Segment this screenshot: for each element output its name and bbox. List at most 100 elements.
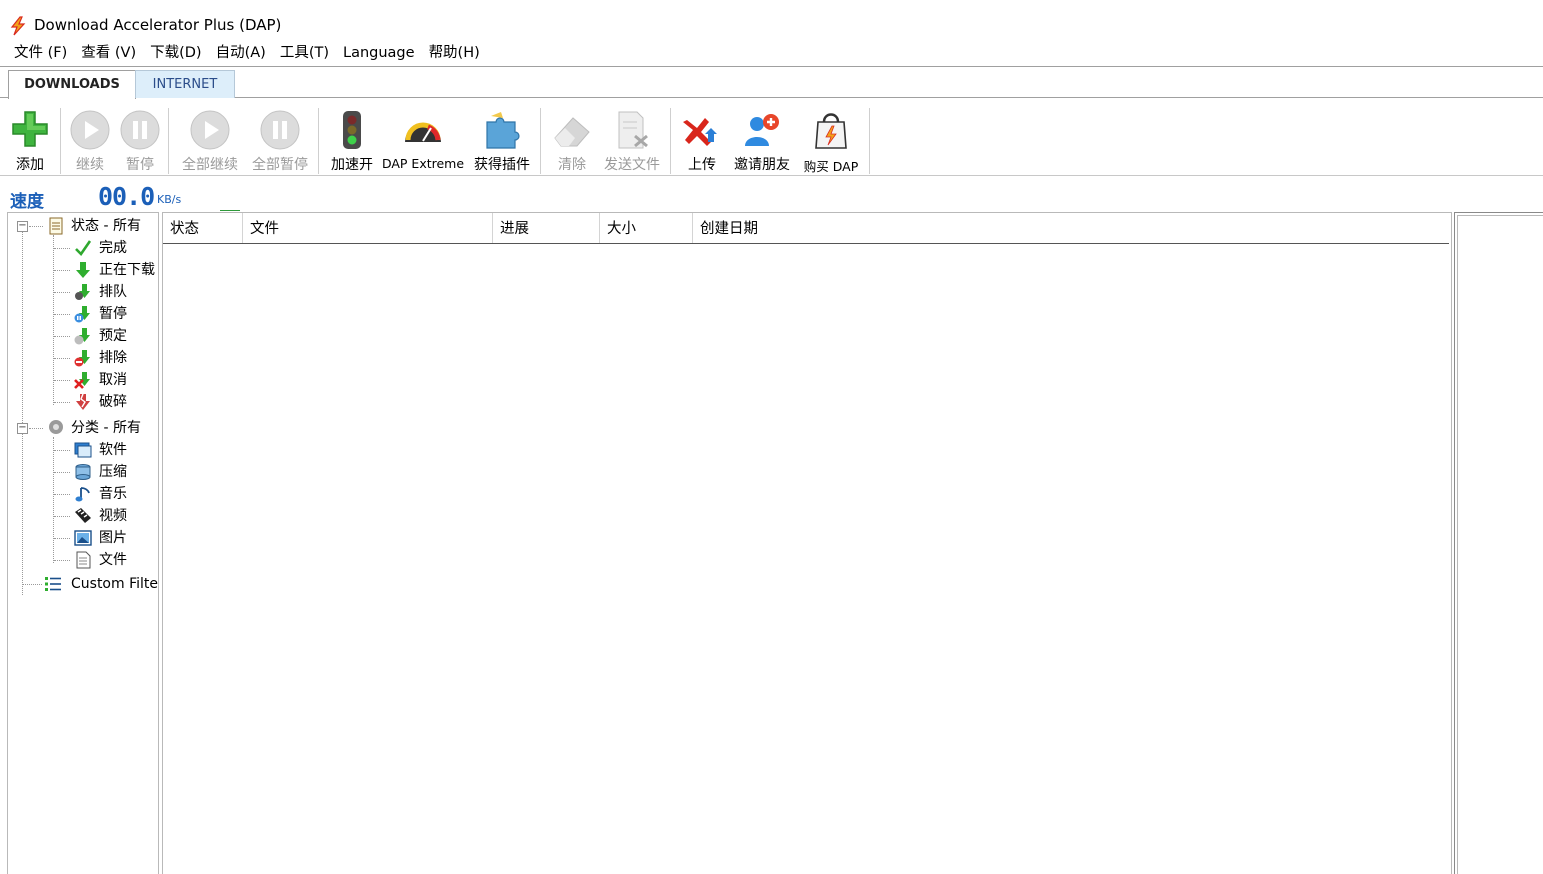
tree-item-label: 预定 bbox=[99, 328, 127, 344]
category-icon bbox=[49, 420, 63, 434]
tree-item-label: 破碎 bbox=[99, 394, 127, 410]
menu-auto[interactable]: 自动(A) bbox=[210, 42, 274, 64]
get-plugins-button-label: 获得插件 bbox=[474, 157, 530, 173]
tree-item-cancelled[interactable]: 取消 bbox=[8, 369, 158, 391]
upload-plane-icon bbox=[683, 118, 717, 146]
tree-item-downloading[interactable]: 正在下载 bbox=[8, 259, 158, 281]
pause-all-button[interactable]: 全部暂停 bbox=[246, 104, 314, 176]
upload-button[interactable]: 上传 bbox=[676, 104, 728, 176]
menu-help[interactable]: 帮助(H) bbox=[423, 42, 488, 64]
puzzle-icon bbox=[486, 112, 520, 149]
tab-downloads[interactable]: DOWNLOADS bbox=[8, 70, 136, 99]
tree-connector bbox=[54, 538, 70, 539]
tree-status-root[interactable]: − 状态 - 所有 bbox=[8, 215, 158, 237]
column-header-size[interactable]: 大小 bbox=[600, 213, 693, 243]
tree-status-root-label: 状态 - 所有 bbox=[71, 218, 141, 234]
tree-connector bbox=[54, 380, 70, 381]
tree-item-archive[interactable]: 压缩 bbox=[8, 461, 158, 483]
speed-indicator: 速度 00.0 KB/s bbox=[10, 182, 410, 212]
dap-extreme-button-label: DAP Extreme bbox=[381, 156, 465, 171]
collapse-toggle[interactable]: − bbox=[17, 423, 28, 434]
dap-extreme-button[interactable]: DAP Extreme bbox=[380, 104, 466, 176]
scheduled-icon bbox=[74, 328, 90, 345]
music-icon bbox=[75, 487, 90, 502]
tree-connector bbox=[54, 314, 70, 315]
title-bar: Download Accelerator Plus (DAP) bbox=[0, 12, 1543, 40]
cancelled-icon bbox=[74, 372, 90, 389]
details-panel-inner bbox=[1457, 215, 1543, 874]
divider bbox=[540, 108, 541, 174]
tree-category-root-label: 分类 - 所有 bbox=[71, 420, 141, 436]
toolbar: 添加 继续 暂停 全部继续 全部暂停 加速开 DAP Extreme 获得插件 … bbox=[0, 104, 1543, 176]
tree-connector bbox=[54, 516, 70, 517]
tree-connector bbox=[54, 402, 70, 403]
collapse-toggle[interactable]: − bbox=[17, 221, 28, 232]
clear-button[interactable]: 清除 bbox=[546, 104, 598, 176]
tree-connector bbox=[29, 428, 43, 429]
pause-all-button-label: 全部暂停 bbox=[252, 157, 308, 173]
paused-icon bbox=[74, 306, 90, 323]
video-icon bbox=[75, 508, 91, 523]
tree-connector bbox=[22, 584, 42, 585]
pause-icon bbox=[260, 110, 300, 150]
tree-item-label: 取消 bbox=[99, 372, 127, 388]
get-plugins-button[interactable]: 获得插件 bbox=[468, 104, 536, 176]
send-file-button[interactable]: 发送文件 bbox=[598, 104, 666, 176]
tree-item-custom-filter[interactable]: Custom Filter bbox=[8, 573, 158, 595]
tree-item-complete[interactable]: 完成 bbox=[8, 237, 158, 259]
menu-bar: 文件 (F) 查看 (V) 下载(D) 自动(A) 工具(T) Language… bbox=[8, 42, 488, 64]
tree-item-paused[interactable]: 暂停 bbox=[8, 303, 158, 325]
archive-icon bbox=[75, 464, 91, 480]
eraser-icon bbox=[554, 117, 590, 147]
column-header-created-date[interactable]: 创建日期 bbox=[693, 213, 1449, 243]
broken-icon bbox=[76, 393, 90, 410]
accelerate-button[interactable]: 加速开 bbox=[324, 104, 380, 176]
tab-strip: DOWNLOADS INTERNET bbox=[0, 66, 1543, 99]
divider bbox=[670, 108, 671, 174]
menu-download[interactable]: 下载(D) bbox=[144, 42, 209, 64]
menu-language[interactable]: Language bbox=[337, 42, 423, 64]
send-file-button-label: 发送文件 bbox=[604, 157, 660, 173]
resume-all-button[interactable]: 全部继续 bbox=[174, 104, 246, 176]
tree-item-label: 完成 bbox=[99, 240, 127, 256]
column-header-progress[interactable]: 进展 bbox=[493, 213, 600, 243]
invite-friends-button-label: 邀请朋友 bbox=[734, 157, 790, 173]
tree-item-picture[interactable]: 图片 bbox=[8, 527, 158, 549]
tree-item-scheduled[interactable]: 预定 bbox=[8, 325, 158, 347]
tree-item-document[interactable]: 文件 bbox=[8, 549, 158, 571]
divider bbox=[318, 108, 319, 174]
resume-button-label: 继续 bbox=[76, 157, 104, 173]
menu-view[interactable]: 查看 (V) bbox=[75, 42, 144, 64]
column-header-file[interactable]: 文件 bbox=[243, 213, 493, 243]
tree-item-software[interactable]: 软件 bbox=[8, 439, 158, 461]
resume-button[interactable]: 继续 bbox=[66, 104, 114, 176]
tree-item-broken[interactable]: 破碎 bbox=[8, 391, 158, 413]
filter-list-icon bbox=[45, 577, 61, 591]
tree-item-label: 图片 bbox=[99, 530, 127, 546]
tree-item-queued[interactable]: 排队 bbox=[8, 281, 158, 303]
invite-friends-button[interactable]: 邀请朋友 bbox=[730, 104, 794, 176]
menu-tools[interactable]: 工具(T) bbox=[274, 42, 337, 64]
lightning-bolt-icon bbox=[10, 16, 26, 36]
divider bbox=[869, 108, 870, 174]
tree-connector bbox=[54, 560, 70, 561]
add-button[interactable]: 添加 bbox=[6, 104, 54, 176]
buy-dap-button[interactable]: 购买 DAP bbox=[796, 104, 866, 176]
traffic-light-icon bbox=[343, 111, 361, 149]
details-panel bbox=[1454, 212, 1543, 874]
tree-item-label: 正在下载 bbox=[99, 262, 155, 278]
menu-file[interactable]: 文件 (F) bbox=[8, 42, 75, 64]
list-header: 状态 文件 进展 大小 创建日期 bbox=[163, 213, 1449, 244]
pause-button[interactable]: 暂停 bbox=[116, 104, 164, 176]
tab-internet[interactable]: INTERNET bbox=[135, 70, 235, 98]
tree-item-video[interactable]: 视频 bbox=[8, 505, 158, 527]
plus-icon bbox=[12, 111, 48, 147]
speed-value: 00.0 bbox=[98, 182, 155, 211]
download-list[interactable]: 状态 文件 进展 大小 创建日期 bbox=[162, 212, 1452, 874]
column-header-status[interactable]: 状态 bbox=[163, 213, 243, 243]
tree-item-music[interactable]: 音乐 bbox=[8, 483, 158, 505]
pause-icon bbox=[120, 110, 160, 150]
tree-item-excluded[interactable]: 排除 bbox=[8, 347, 158, 369]
tree-item-label: 暂停 bbox=[99, 306, 127, 322]
tree-category-root[interactable]: − 分类 - 所有 bbox=[8, 417, 158, 439]
